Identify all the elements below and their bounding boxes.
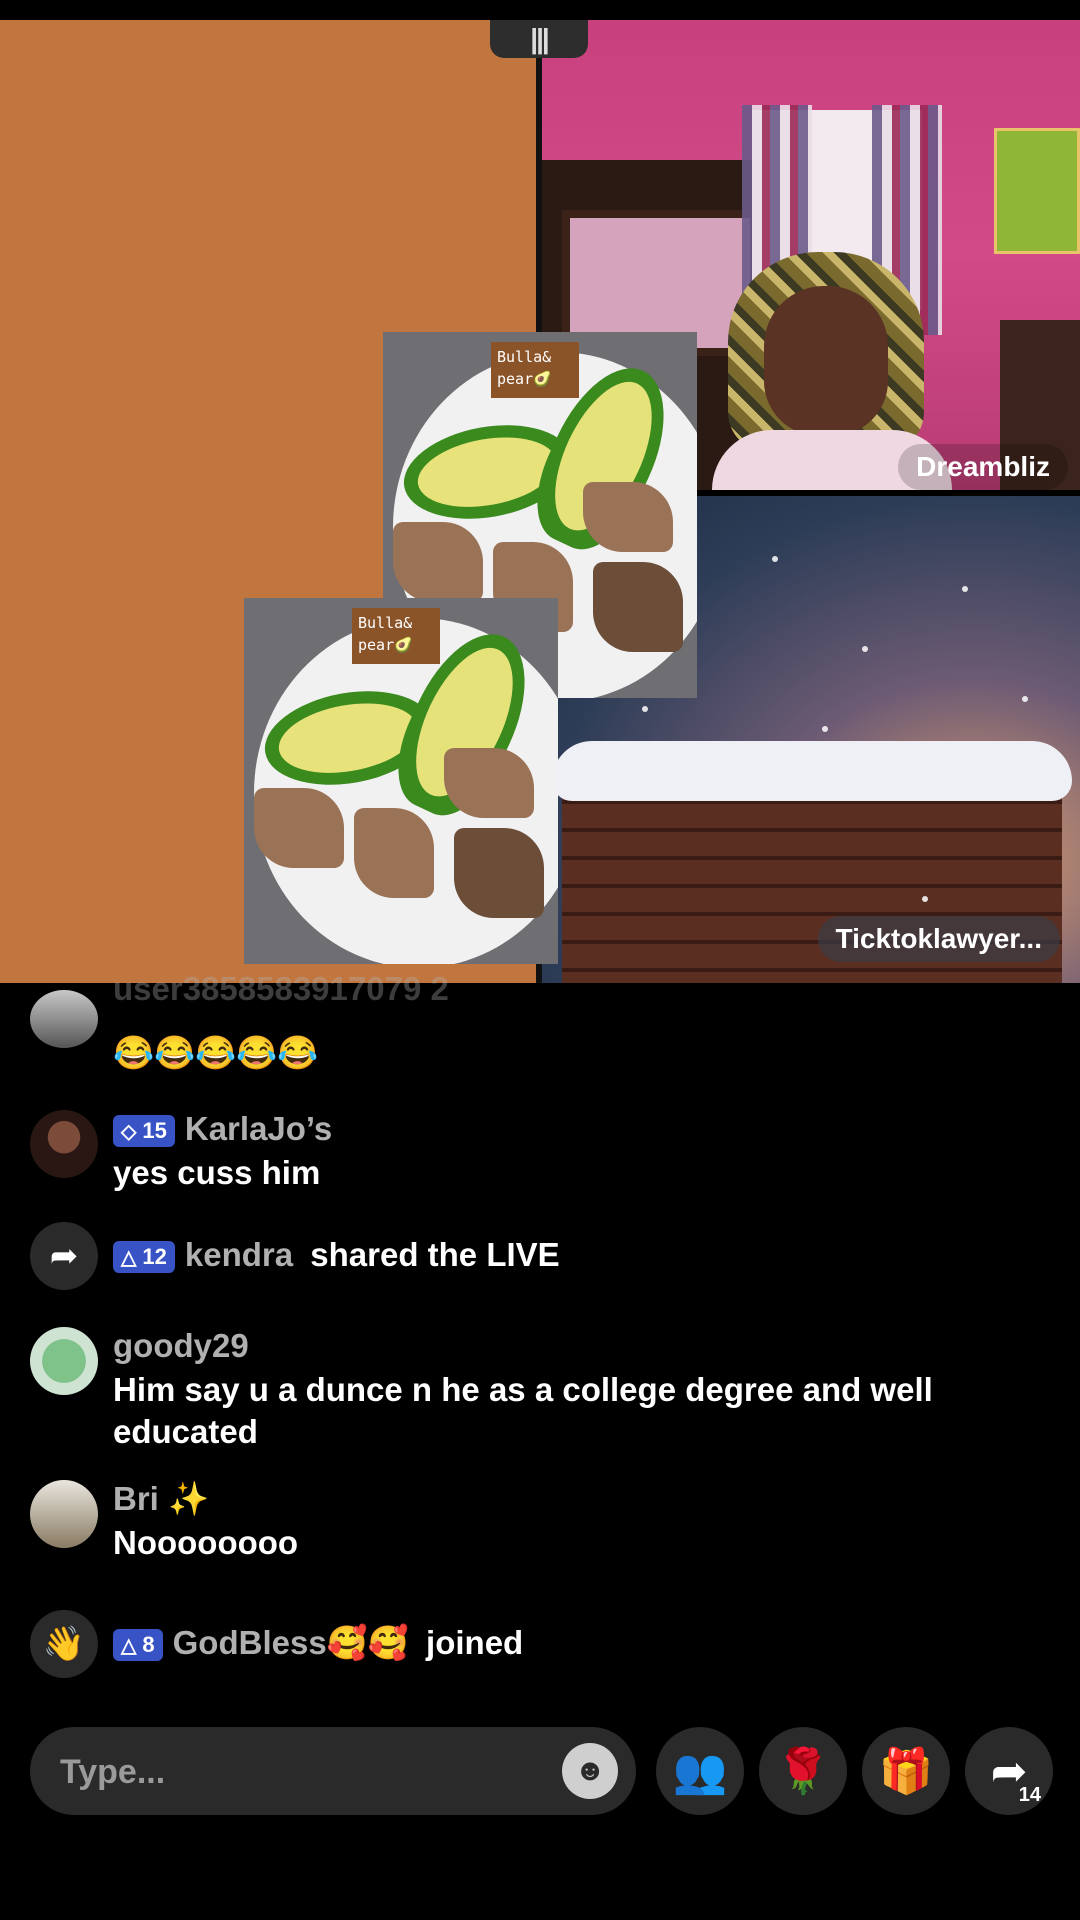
guest-name-tag[interactable]: Ticktoklawyer... <box>817 916 1060 962</box>
host-face <box>764 286 888 436</box>
chat-username[interactable]: GodBless🥰🥰 <box>173 1624 409 1661</box>
live-video-area[interactable]: Dreambliz Ticktoklawyer... Bulla& pear🥑 <box>0 20 1080 983</box>
chat-user-line[interactable]: △ 12 kendra shared the LIVE <box>113 1236 560 1274</box>
food-label-line1: Bulla& <box>358 614 413 632</box>
chat-action-text: joined <box>426 1624 524 1661</box>
level-badge: △ 8 <box>113 1629 163 1662</box>
rose-gift-button[interactable]: 🌹 <box>759 1727 847 1815</box>
snowflake <box>1022 696 1028 702</box>
triangle-icon: △ <box>121 1246 137 1269</box>
rose-gift-icon: 🌹 <box>775 1747 831 1796</box>
gift-icon: 🎁 <box>878 1747 934 1796</box>
food-label-line2: pear🥑 <box>497 370 552 388</box>
bulla-piece <box>393 522 483 602</box>
user-avatar[interactable] <box>30 1480 98 1548</box>
snowflake <box>922 896 928 902</box>
snowflake <box>772 556 778 562</box>
snowflake <box>642 706 648 712</box>
diamond-icon: ◇ <box>121 1120 137 1143</box>
chat-user-line[interactable]: △ 8 GodBless🥰🥰 joined <box>113 1624 523 1663</box>
chat-action-text: shared the LIVE <box>310 1236 560 1273</box>
food-label-line1: Bulla& <box>497 348 552 366</box>
bottom-action-bar: ☻ 👥 🌹 🎁 ➦ 14 <box>0 1727 1080 1817</box>
share-button[interactable]: ➦ 14 <box>965 1727 1053 1815</box>
bulla-piece <box>444 748 534 818</box>
food-label: Bulla& pear🥑 <box>491 342 579 398</box>
comment-input[interactable] <box>58 1727 542 1817</box>
share-icon: ➦ <box>30 1222 98 1290</box>
chat-text: Noooooooo <box>113 1524 299 1561</box>
bulla-piece <box>583 482 673 552</box>
wall-painting <box>994 128 1080 254</box>
user-avatar[interactable] <box>30 1110 98 1178</box>
snowflake <box>862 646 868 652</box>
host-name-tag[interactable]: Dreambliz <box>898 444 1068 490</box>
bulla-piece <box>354 808 434 898</box>
level-badge: △ 12 <box>113 1241 175 1274</box>
co-host-icon: 👥 <box>672 1747 728 1796</box>
top-drag-handle[interactable]: ||| <box>490 20 588 58</box>
gift-button[interactable]: 🎁 <box>862 1727 950 1815</box>
food-label-line2: pear🥑 <box>358 636 413 654</box>
chat-username[interactable]: Bri ✨ <box>113 1480 209 1519</box>
chat-username-partial[interactable]: user3858583917079 2 <box>113 970 449 1008</box>
chat-text: yes cuss him <box>113 1154 321 1191</box>
food-label: Bulla& pear🥑 <box>352 608 440 664</box>
chat-user-line[interactable]: ◇ 15 KarlaJo’s <box>113 1110 332 1148</box>
snowflake <box>962 586 968 592</box>
food-sticker: Bulla& pear🥑 <box>244 598 558 964</box>
user-avatar[interactable] <box>30 1327 98 1395</box>
chat-username[interactable]: goody29 <box>113 1327 249 1365</box>
chat-username[interactable]: kendra <box>185 1236 293 1273</box>
share-count: 14 <box>1018 1784 1041 1806</box>
user-avatar[interactable] <box>30 990 98 1048</box>
chat-text: 😂😂😂😂😂 <box>113 1034 319 1071</box>
co-host-button[interactable]: 👥 <box>656 1727 744 1815</box>
level-badge: ◇ 15 <box>113 1115 175 1148</box>
triangle-icon: △ <box>121 1634 137 1657</box>
snowflake <box>822 726 828 732</box>
bulla-piece <box>593 562 683 652</box>
wave-hand-icon: 👋 <box>30 1610 98 1678</box>
chat-username[interactable]: KarlaJo’s <box>185 1110 332 1147</box>
comment-box[interactable]: ☻ <box>30 1727 636 1817</box>
bulla-piece <box>454 828 544 918</box>
chat-text: Him say u a dunce n he as a college degr… <box>113 1371 933 1450</box>
smiley-icon[interactable]: ☻ <box>562 1743 618 1799</box>
bulla-piece <box>254 788 344 868</box>
snow-cap <box>552 741 1072 801</box>
